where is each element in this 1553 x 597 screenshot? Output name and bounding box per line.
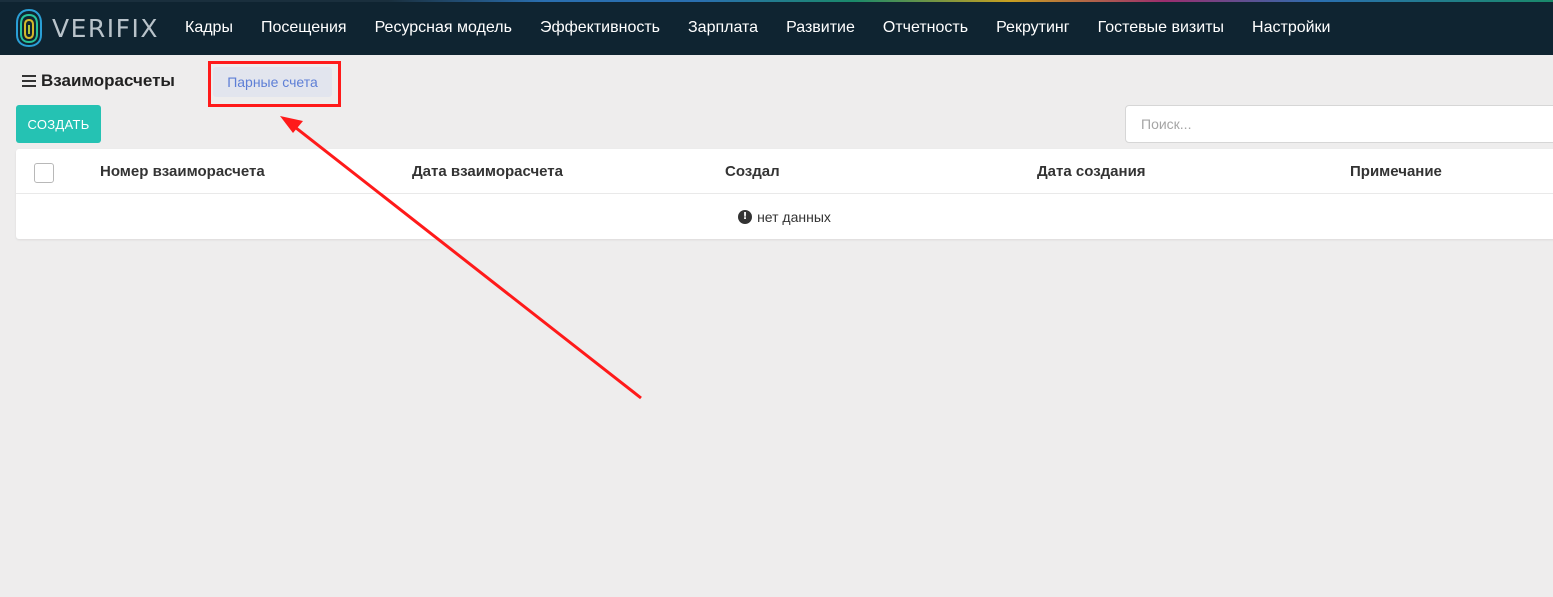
nav-item-effectiveness[interactable]: Эффективность bbox=[526, 19, 674, 37]
nav-item-poseshcheniya[interactable]: Посещения bbox=[247, 19, 361, 37]
settlements-table: Номер взаиморасчета Дата взаиморасчета С… bbox=[16, 149, 1553, 239]
nav-item-kadry[interactable]: Кадры bbox=[171, 19, 247, 37]
page-title: Взаиморасчеты bbox=[41, 71, 175, 90]
nav-item-settings[interactable]: Настройки bbox=[1238, 19, 1344, 37]
column-header-note[interactable]: Примечание bbox=[1350, 149, 1442, 194]
column-header-date[interactable]: Дата взаиморасчета bbox=[412, 149, 563, 194]
annotation-highlight-box bbox=[208, 61, 341, 107]
nav-item-salary[interactable]: Зарплата bbox=[674, 19, 772, 37]
nav-item-resource-model[interactable]: Ресурсная модель bbox=[361, 19, 526, 37]
create-button[interactable]: СОЗДАТЬ bbox=[16, 105, 101, 143]
nav-item-recruiting[interactable]: Рекрутинг bbox=[982, 19, 1084, 37]
fingerprint-icon bbox=[16, 8, 42, 48]
nav-item-development[interactable]: Развитие bbox=[772, 19, 869, 37]
logo[interactable]: VERIFIX bbox=[14, 7, 159, 49]
annotation-arrow-head bbox=[280, 116, 303, 133]
table-header: Номер взаиморасчета Дата взаиморасчета С… bbox=[16, 149, 1553, 194]
empty-state: ! нет данных bbox=[16, 194, 1553, 239]
main-nav: Кадры Посещения Ресурсная модель Эффекти… bbox=[171, 0, 1344, 55]
select-all-checkbox[interactable] bbox=[34, 163, 54, 183]
column-header-created-date[interactable]: Дата создания bbox=[1037, 149, 1146, 194]
empty-state-text: нет данных bbox=[757, 208, 831, 225]
page-header: Взаиморасчеты bbox=[22, 70, 175, 92]
column-header-number[interactable]: Номер взаиморасчета bbox=[100, 149, 265, 194]
menu-icon[interactable] bbox=[22, 75, 36, 87]
nav-item-guest-visits[interactable]: Гостевые визиты bbox=[1084, 19, 1238, 37]
search-input[interactable] bbox=[1125, 105, 1553, 143]
top-navbar: VERIFIX Кадры Посещения Ресурсная модель… bbox=[0, 0, 1553, 55]
column-header-created-by[interactable]: Создал bbox=[725, 149, 780, 194]
nav-item-reports[interactable]: Отчетность bbox=[869, 19, 982, 37]
logo-text: VERIFIX bbox=[52, 13, 160, 43]
info-icon: ! bbox=[738, 209, 753, 224]
